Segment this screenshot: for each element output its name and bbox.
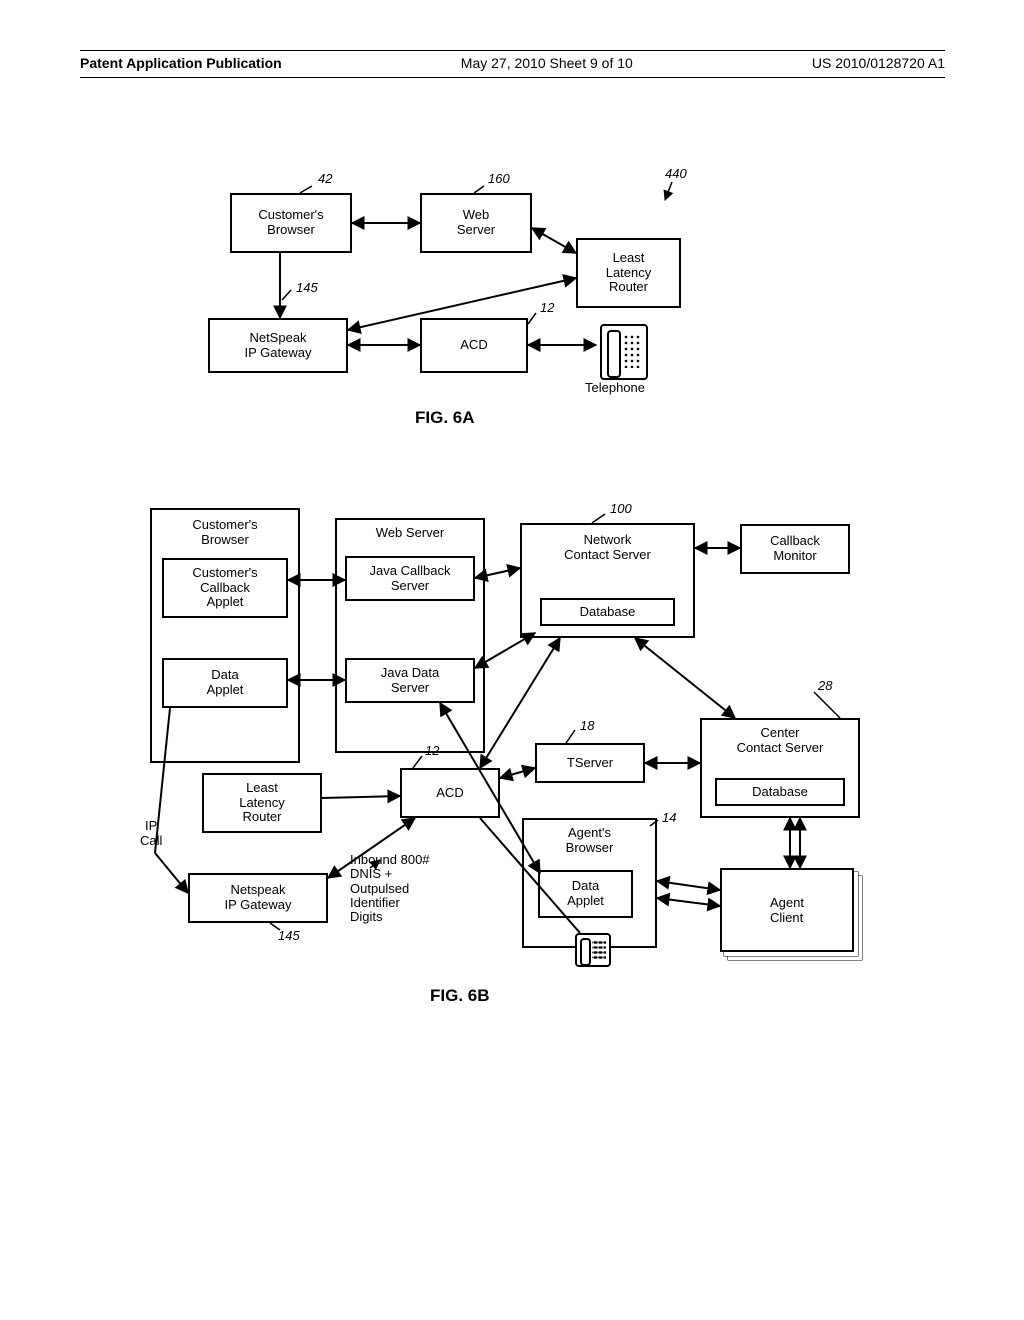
box-callback-monitor: Callback Monitor [740,524,850,574]
container-web-server-b: Web Server [335,518,485,753]
ref-160: 160 [488,171,510,186]
ref-145-a: 145 [296,280,318,295]
box-customers-browser-a: Customer's Browser [230,193,352,253]
ref-14: 14 [662,810,676,825]
label-network-contact-server: Network Contact Server [524,527,691,569]
caption-fig6a: FIG. 6A [415,408,475,428]
box-data-applet-2: Data Applet [538,870,633,918]
ref-28: 28 [818,678,832,693]
box-database-1: Database [540,598,675,626]
container-customers-browser-b: Customer's Browser [150,508,300,763]
label-ip-call: IP Call [140,818,162,848]
header-mid: May 27, 2010 Sheet 9 of 10 [461,55,633,71]
box-netspeak-ip-gateway-b: Netspeak IP Gateway [188,873,328,923]
telephone-icon-b [575,933,611,967]
box-database-2: Database [715,778,845,806]
box-customers-callback-applet: Customer's Callback Applet [162,558,288,618]
box-java-data-server: Java Data Server [345,658,475,703]
box-least-latency-router-b: Least Latency Router [202,773,322,833]
label-customers-browser-b: Customer's Browser [154,512,296,554]
header-right: US 2010/0128720 A1 [812,55,945,71]
ref-440: 440 [665,166,687,181]
page-header: Patent Application Publication May 27, 2… [80,51,945,78]
label-agents-browser: Agent's Browser [526,822,653,860]
box-netspeak-ip-gateway-a: NetSpeak IP Gateway [208,318,348,373]
ref-145-b: 145 [278,928,300,943]
box-acd-b: ACD [400,768,500,818]
telephone-icon-a [600,324,648,380]
label-web-server-b: Web Server [339,522,481,545]
header-left: Patent Application Publication [80,55,282,71]
diagram-canvas: Customer's Browser Web Server Least Late… [80,78,945,1228]
box-acd-a: ACD [420,318,528,373]
box-least-latency-router-a: Least Latency Router [576,238,681,308]
label-center-contact-server: Center Contact Server [704,722,856,760]
box-tserver: TServer [535,743,645,783]
label-agent-client: Agent Client [770,895,804,925]
ref-12-a: 12 [540,300,554,315]
ref-12-b: 12 [425,743,439,758]
box-agent-client: Agent Client [720,868,854,952]
caption-fig6b: FIG. 6B [430,986,490,1006]
telephone-label-a: Telephone [585,380,645,395]
label-inbound: Inbound 800# DNIS + Outpulsed Identifier… [350,853,430,924]
ref-42: 42 [318,171,332,186]
box-web-server-a: Web Server [420,193,532,253]
box-data-applet-1: Data Applet [162,658,288,708]
ref-100: 100 [610,501,632,516]
box-java-callback-server: Java Callback Server [345,556,475,601]
page: Patent Application Publication May 27, 2… [80,50,945,1271]
ref-18: 18 [580,718,594,733]
